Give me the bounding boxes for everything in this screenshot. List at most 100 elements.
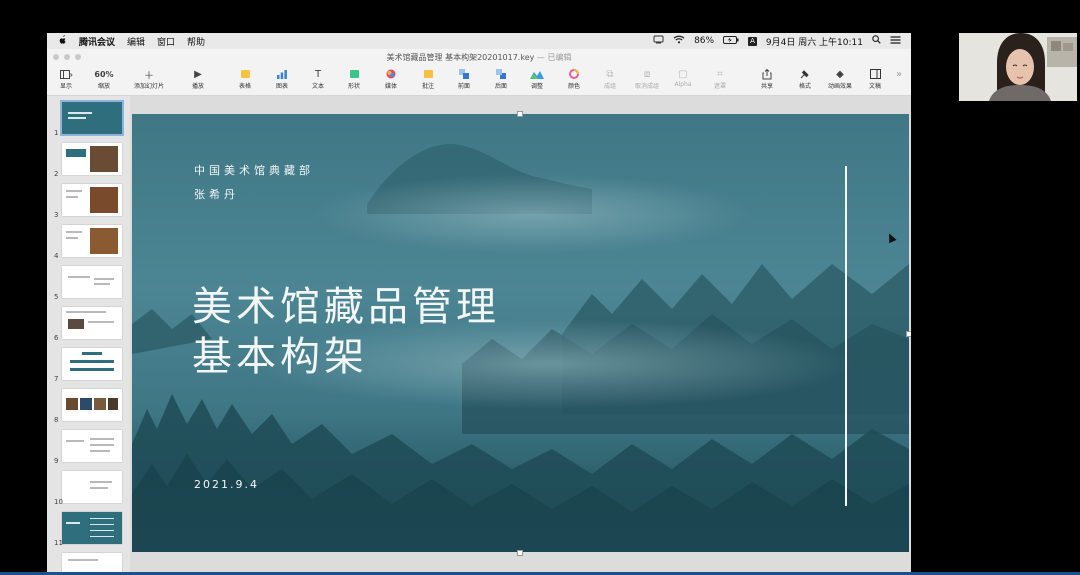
menu-help[interactable]: 帮助 [187,35,205,48]
chart-icon [267,67,297,81]
text-icon: T [314,68,322,80]
document-title-area: 美术馆藏品管理 基本构架20201017.key — 已编辑 [47,52,911,63]
group-button[interactable]: ⧉ 成组 [595,67,625,91]
alpha-button[interactable]: ▢ Alpha [668,67,698,89]
slide-thumbnail-image [62,184,122,216]
slide-thumbnail-image [62,389,122,421]
selection-handle-bottom[interactable] [517,550,523,556]
slide-thumbnail-8[interactable]: 8 [47,385,130,426]
apple-icon[interactable] [59,35,67,47]
shape-icon [339,67,369,81]
slide-number: 11 [54,539,63,547]
selection-handle-top[interactable] [517,111,523,117]
slide-thumbnail-image [62,430,122,462]
slide-thumbnail-4[interactable]: 4 [47,221,130,262]
comment-icon [413,67,443,81]
chevron-right-icon: » [895,68,903,80]
screen-share-icon[interactable] [653,35,664,47]
zoom-button[interactable]: 60% 缩放 [89,67,119,91]
send-back-label: 后面 [494,83,507,90]
slide-number: 5 [54,293,59,301]
chart-button[interactable]: 图表 [267,67,297,90]
text-button[interactable]: T 文本 [303,67,333,91]
slide-title-line-2[interactable]: 基本构架 [192,324,368,382]
wifi-icon[interactable] [673,35,685,47]
document-button[interactable]: 文稿 [860,67,890,90]
color-button[interactable]: 颜色 [559,67,589,90]
zoom-value: 60% [94,69,114,79]
battery-percent: 86% [694,36,715,46]
share-button[interactable]: 共享 [752,67,782,90]
slide-date-text[interactable]: 2021.9.4 [194,478,259,491]
plus-icon: ＋ [144,70,154,82]
window-title-bar: 美术馆藏品管理 基本构架20201017.key — 已编辑 [47,49,911,65]
slide-canvas[interactable]: 中国美术馆典藏部 张希丹 美术馆藏品管理 基本构架 2021.9.4 [130,96,911,572]
add-slide-button[interactable]: ＋ 添加幻灯片 [129,67,169,91]
color-icon [559,67,589,81]
webcam-video[interactable] [959,33,1077,101]
slide-thumbnail-image [62,143,122,175]
mask-label: 遮罩 [713,83,726,90]
selection-handle-right[interactable] [906,331,911,337]
send-back-button[interactable]: 后面 [486,67,516,90]
slide-thumbnail-10[interactable]: 10 [47,467,130,508]
slide-thumbnail-9[interactable]: 9 [47,426,130,467]
add-slide-label: 添加幻灯片 [133,83,164,90]
slide-thumbnail-2[interactable]: 2 [47,139,130,180]
adjust-button[interactable]: 调整 [522,67,552,90]
toolbar-overflow-button[interactable]: » [890,67,908,81]
slide[interactable]: 中国美术馆典藏部 张希丹 美术馆藏品管理 基本构架 2021.9.4 [132,114,909,552]
slide-author-text[interactable]: 张希丹 [194,186,239,202]
media-icon [376,67,406,81]
slide-thumbnail-image [62,307,122,339]
slide-thumbnail-7[interactable]: 7 [47,344,130,385]
bring-front-button[interactable]: 前面 [449,67,479,90]
view-label: 显示 [59,83,72,90]
menu-edit[interactable]: 编辑 [127,35,145,48]
chart-label: 图表 [275,83,288,90]
slide-thumbnail-image [62,553,122,572]
slide-thumbnail-6[interactable]: 6 [47,303,130,344]
slide-vertical-line[interactable] [845,166,847,506]
control-center-icon[interactable] [890,35,901,47]
spotlight-search-icon[interactable] [872,35,881,47]
slide-thumbnail-5[interactable]: 5 [47,262,130,303]
media-button[interactable]: 媒体 [376,67,406,90]
text-label: 文本 [311,83,324,90]
slide-number: 8 [54,416,59,424]
play-button[interactable]: ▶ 播放 [183,67,213,91]
slide-number: 3 [54,211,59,219]
mask-button[interactable]: ⌗ 遮罩 [705,67,735,91]
clock[interactable]: 9月4日 周六 上午10:11 [766,35,863,48]
slide-number: 1 [54,129,59,137]
color-label: 颜色 [567,83,580,90]
edited-status: — 已编辑 [536,53,572,62]
slide-thumbnail-11[interactable]: 11 [47,508,130,549]
slide-number: 4 [54,252,59,260]
input-method-icon[interactable]: A [748,36,757,46]
slide-thumbnail-image [62,471,122,503]
format-button[interactable]: 格式 [790,67,820,90]
slide-navigator: 1 2 3 4 5 6 7 8 9 10 11 [47,96,130,572]
slide-thumbnail-1[interactable]: 1 [47,98,130,139]
slide-thumbnail-image [62,266,122,298]
battery-icon[interactable] [723,35,739,47]
view-button[interactable]: 显示 [51,67,81,90]
document-icon [860,67,890,81]
animate-button[interactable]: ◆ 动画效果 [825,67,855,91]
slide-org-text[interactable]: 中国美术馆典藏部 [194,162,314,178]
slide-thumbnail-image [62,348,122,380]
menu-app-name[interactable]: 腾讯会议 [79,35,115,48]
comment-button[interactable]: 批注 [413,67,443,90]
toolbar: 显示 60% 缩放 ＋ 添加幻灯片 ▶ 播放 表格 图表 T 文本 形状 媒体 … [47,65,911,96]
play-label: 播放 [191,83,204,90]
slide-number: 10 [54,498,63,506]
document-title[interactable]: 美术馆藏品管理 基本构架20201017.key [387,53,535,62]
play-icon: ▶ [194,68,202,80]
menu-window[interactable]: 窗口 [157,35,175,48]
slide-thumbnail-3[interactable]: 3 [47,180,130,221]
shape-button[interactable]: 形状 [339,67,369,90]
ungroup-button[interactable]: ⧈ 取消成组 [632,67,662,91]
table-button[interactable]: 表格 [230,67,260,90]
slide-thumbnail-12-partial[interactable] [47,549,130,572]
